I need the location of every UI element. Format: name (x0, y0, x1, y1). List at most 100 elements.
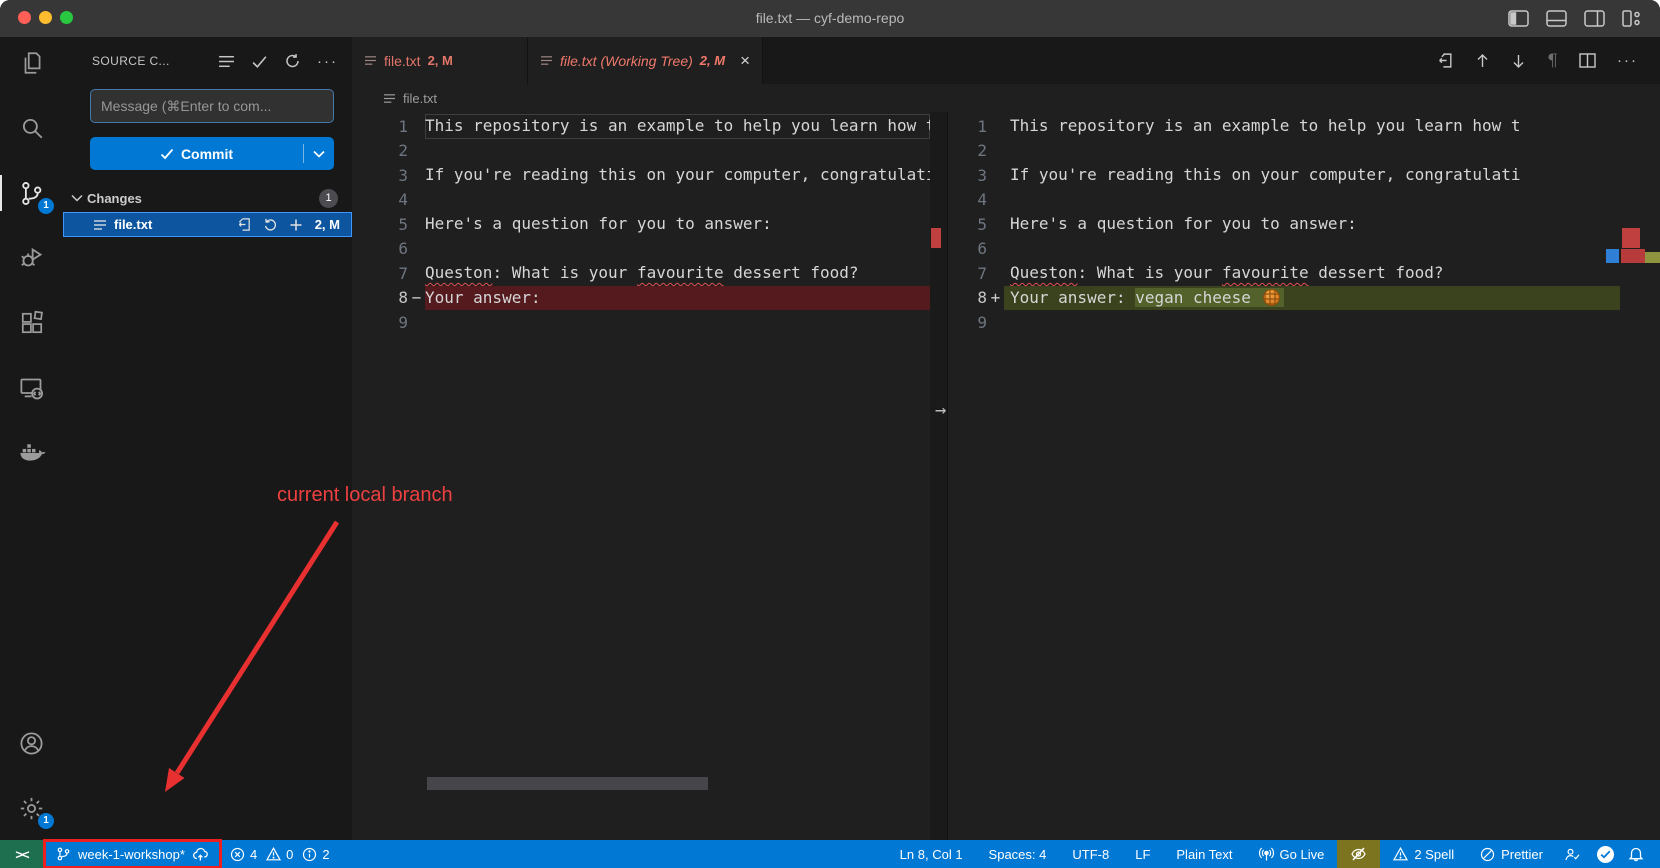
tab-file-txt-working-tree[interactable]: file.txt (Working Tree) 2, M × (528, 37, 763, 84)
code-line[interactable] (425, 310, 930, 335)
activity-search[interactable] (0, 102, 63, 154)
diff-original-pane: 1This repository is an example to help y… (352, 112, 930, 840)
line-number: 7 (947, 264, 987, 283)
whitespace-icon[interactable]: ¶ (1547, 51, 1558, 71)
changed-file-row[interactable]: file.txt 2, M (63, 212, 352, 237)
stage-changes-icon[interactable] (289, 218, 303, 232)
deleted-code-line[interactable]: Your answer: (425, 286, 930, 311)
breadcrumb-file-name: file.txt (403, 91, 437, 106)
view-as-tree-icon[interactable] (218, 54, 235, 69)
file-list-icon (93, 219, 107, 231)
commit-message-input[interactable] (90, 89, 334, 123)
code-line[interactable]: If you're reading this on your computer,… (425, 163, 930, 188)
split-editor-icon[interactable] (1579, 53, 1596, 68)
code-line[interactable] (1004, 188, 1620, 213)
extensions-icon (19, 310, 45, 336)
more-actions-icon[interactable]: ··· (317, 53, 338, 70)
changed-file-name: file.txt (114, 217, 152, 232)
line-number: 2 (352, 141, 408, 160)
code-line[interactable]: Queston: What is your favourite dessert … (1004, 261, 1620, 286)
activity-settings[interactable]: 1 (0, 782, 63, 834)
right-line-1: 1This repository is an example to help y… (947, 114, 1620, 139)
open-changes-icon[interactable] (1437, 52, 1454, 69)
code-line[interactable] (1004, 310, 1620, 335)
code-line[interactable] (1004, 237, 1620, 262)
code-line[interactable] (425, 188, 930, 213)
info-icon (302, 847, 317, 862)
misspelled-word: Queston (1010, 263, 1077, 282)
inserted-code-line[interactable]: Your answer: vegan cheese (1004, 286, 1620, 311)
changes-section-header[interactable]: Changes 1 (63, 186, 352, 210)
spell-checker-toggle-item[interactable] (1337, 840, 1380, 868)
window-title: file.txt — cyf-demo-repo (0, 0, 1660, 37)
commit-button[interactable]: Commit (90, 137, 334, 170)
customize-layout-icon[interactable] (1621, 7, 1644, 30)
toggle-panel-icon[interactable] (1545, 7, 1568, 30)
activity-source-control[interactable]: 1 (0, 167, 63, 219)
activity-explorer[interactable] (0, 37, 63, 89)
warning-triangle-icon (1393, 847, 1408, 861)
close-tab-icon[interactable]: × (740, 52, 750, 69)
activity-extensions[interactable] (0, 297, 63, 349)
branch-status-item[interactable]: week-1-workshop* (44, 840, 221, 868)
prettier-status-item[interactable]: Prettier (1467, 840, 1556, 868)
right-line-5: 5 Here's a question for you to answer: (947, 212, 1620, 237)
left-line-6: 6 (352, 237, 930, 262)
code-line[interactable]: Queston: What is your favourite dessert … (425, 261, 930, 286)
toggle-primary-sidebar-icon[interactable] (1507, 7, 1530, 30)
code-line[interactable] (425, 237, 930, 262)
remote-indicator[interactable]: >< (0, 840, 44, 868)
revert-change-arrow[interactable]: → (935, 399, 965, 421)
eye-off-icon (1350, 846, 1367, 862)
title-bar: file.txt — cyf-demo-repo (0, 0, 1660, 37)
diff-editor: 1This repository is an example to help y… (352, 112, 1660, 840)
account-icon (18, 730, 45, 757)
line-number: 7 (352, 264, 408, 283)
line-number: 4 (947, 190, 987, 209)
code-line[interactable] (1004, 139, 1620, 164)
line-number: 5 (947, 215, 987, 234)
status-check-item[interactable] (1589, 840, 1622, 868)
language-mode-item[interactable]: Plain Text (1163, 840, 1245, 868)
commit-button-label: Commit (181, 146, 233, 162)
code-line[interactable]: This repository is an example to help yo… (425, 114, 930, 139)
eol-item[interactable]: LF (1122, 840, 1163, 868)
files-icon (19, 50, 45, 76)
open-file-icon[interactable] (237, 217, 252, 232)
code-line[interactable] (425, 139, 930, 164)
left-overview-ruler[interactable] (930, 112, 948, 840)
more-actions-icon[interactable]: ··· (1617, 52, 1638, 69)
notifications-item[interactable] (1622, 840, 1650, 868)
code-line[interactable]: This repository is an example to help yo… (1004, 114, 1620, 139)
cursor-position-item[interactable]: Ln 8, Col 1 (887, 840, 976, 868)
go-live-item[interactable]: Go Live (1246, 840, 1338, 868)
previous-change-icon[interactable] (1475, 53, 1490, 69)
problems-status-item[interactable]: 4 0 2 (221, 840, 339, 868)
code-line[interactable]: If you're reading this on your computer,… (1004, 163, 1620, 188)
prettier-label: Prettier (1501, 847, 1543, 862)
activity-docker[interactable] (0, 427, 63, 479)
annotation-label: current local branch (277, 484, 453, 507)
activity-run-debug[interactable] (0, 232, 63, 284)
check-circle-icon (1597, 846, 1614, 863)
tab-file-txt[interactable]: file.txt 2, M (352, 37, 528, 84)
encoding-item[interactable]: UTF-8 (1059, 840, 1122, 868)
discard-changes-icon[interactable] (263, 217, 278, 232)
horizontal-scrollbar[interactable] (427, 777, 708, 790)
code-line[interactable]: Here's a question for you to answer: (1004, 212, 1620, 237)
right-overview-ruler[interactable] (1620, 112, 1660, 840)
code-line[interactable]: Here's a question for you to answer: (425, 212, 930, 237)
spell-status-item[interactable]: 2 Spell (1380, 840, 1467, 868)
feedback-item[interactable] (1556, 840, 1589, 868)
feedback-person-icon (1564, 847, 1581, 862)
line-number: 8 (947, 288, 987, 307)
commit-dropdown-button[interactable] (304, 150, 334, 158)
activity-remote-explorer[interactable] (0, 362, 63, 414)
activity-accounts[interactable] (0, 717, 63, 769)
toggle-secondary-sidebar-icon[interactable] (1583, 7, 1606, 30)
breadcrumb[interactable]: file.txt (352, 84, 1660, 112)
next-change-icon[interactable] (1511, 53, 1526, 69)
indentation-item[interactable]: Spaces: 4 (976, 840, 1060, 868)
refresh-icon[interactable] (284, 53, 301, 69)
commit-check-icon[interactable] (251, 54, 268, 69)
